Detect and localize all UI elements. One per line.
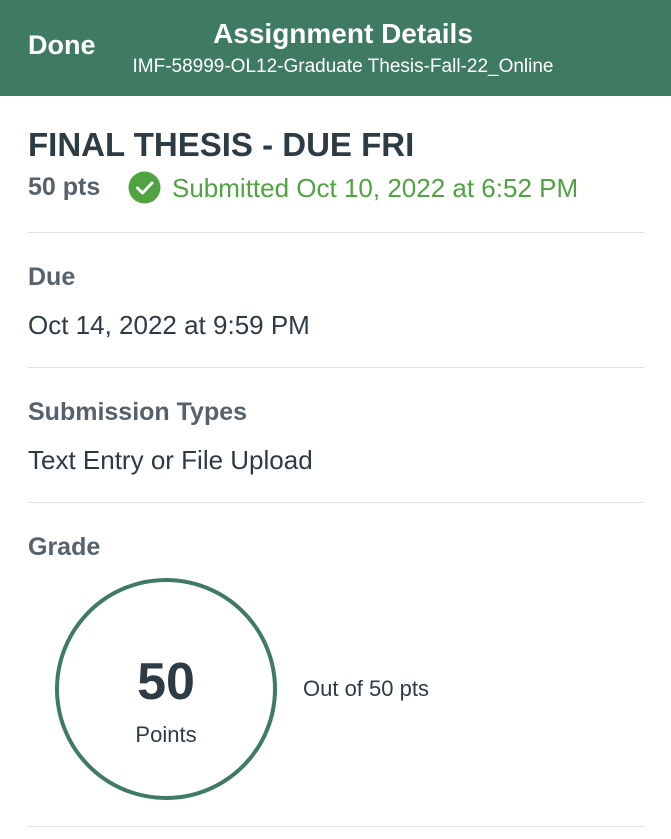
submission-types-value: Text Entry or File Upload	[28, 445, 313, 475]
divider	[28, 232, 644, 233]
submission-status: Submitted Oct 10, 2022 at 6:52 PM	[172, 173, 579, 203]
grade-out-of: Out of 50 pts	[303, 676, 429, 701]
assignment-points: 50 pts	[28, 173, 101, 201]
due-label: Due	[28, 263, 76, 291]
grade-score: 50	[137, 653, 195, 711]
checkmark-circle-icon	[128, 171, 161, 204]
due-date: Oct 14, 2022 at 9:59 PM	[28, 310, 310, 340]
grade-ring: 50 Points	[55, 578, 277, 800]
course-subtitle: IMF-58999-OL12-Graduate Thesis-Fall-22_O…	[132, 56, 554, 77]
divider	[28, 826, 644, 827]
navigation-header: Done Assignment Details IMF-58999-OL12-G…	[0, 0, 671, 96]
assignment-title: FINAL THESIS - DUE FRI	[28, 126, 415, 163]
header-title: Assignment Details	[213, 18, 473, 49]
divider	[28, 502, 644, 503]
grade-label: Grade	[28, 533, 101, 561]
divider	[28, 367, 644, 368]
done-button[interactable]: Done	[28, 30, 96, 61]
submission-types-label: Submission Types	[28, 398, 248, 426]
grade-unit: Points	[135, 722, 197, 747]
